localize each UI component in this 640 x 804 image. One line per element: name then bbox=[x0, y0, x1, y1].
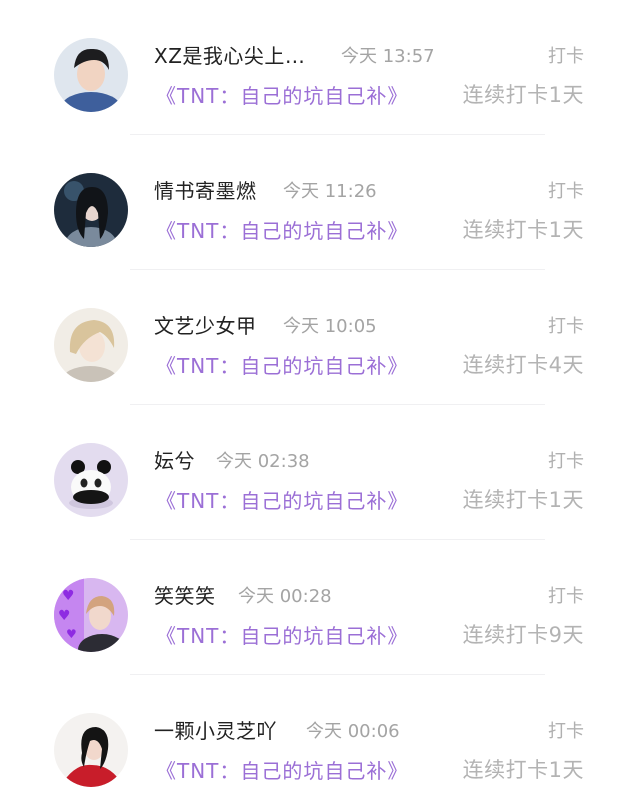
checkin-button[interactable]: 打卡 bbox=[548, 447, 584, 473]
checkin-item[interactable]: 一颗小灵芝吖 今天 00:06 打卡 《TNT：自己的坑自己补》 连续打卡1天 bbox=[0, 675, 640, 804]
topic-link[interactable]: 《TNT：自己的坑自己补》 bbox=[156, 215, 408, 244]
user-avatar-icon[interactable] bbox=[54, 38, 128, 112]
checkin-item[interactable]: 妘兮 今天 02:38 打卡 《TNT：自己的坑自己补》 连续打卡1天 bbox=[0, 405, 640, 540]
checkin-button[interactable]: 打卡 bbox=[548, 42, 584, 68]
user-avatar-icon[interactable] bbox=[54, 713, 128, 787]
streak-count: 连续打卡4天 bbox=[462, 353, 584, 377]
checkin-time: 今天 00:06 bbox=[306, 721, 400, 742]
checkin-item[interactable]: XZ是我心尖上… 今天 13:57 打卡 《TNT：自己的坑自己补》 连续打卡1… bbox=[0, 0, 640, 135]
topic-link[interactable]: 《TNT：自己的坑自己补》 bbox=[156, 485, 408, 514]
checkin-button[interactable]: 打卡 bbox=[548, 312, 584, 338]
username[interactable]: 笑笑笑 bbox=[154, 580, 216, 609]
streak-count: 连续打卡9天 bbox=[462, 623, 584, 647]
checkin-item[interactable]: ♥ ♥ ♥ 笑笑笑 今天 00:28 打卡 《TNT：自己的坑自己补》 连续打卡… bbox=[0, 540, 640, 675]
checkin-time: 今天 00:28 bbox=[238, 586, 332, 607]
topic-link[interactable]: 《TNT：自己的坑自己补》 bbox=[156, 80, 408, 109]
checkin-button[interactable]: 打卡 bbox=[548, 717, 584, 743]
streak-count: 连续打卡1天 bbox=[462, 758, 584, 782]
streak-count: 连续打卡1天 bbox=[462, 218, 584, 242]
topic-link[interactable]: 《TNT：自己的坑自己补》 bbox=[156, 620, 408, 649]
checkin-time: 今天 02:38 bbox=[216, 451, 310, 472]
streak-count: 连续打卡1天 bbox=[462, 83, 584, 107]
username[interactable]: 情书寄墨燃 bbox=[154, 175, 257, 204]
username[interactable]: 一颗小灵芝吖 bbox=[154, 715, 277, 744]
svg-text:♥: ♥ bbox=[58, 608, 71, 624]
checkin-time: 今天 13:57 bbox=[341, 46, 435, 67]
svg-text:♥: ♥ bbox=[66, 627, 77, 641]
panda-avatar-icon[interactable] bbox=[54, 443, 128, 517]
streak-count: 连续打卡1天 bbox=[462, 488, 584, 512]
checkin-button[interactable]: 打卡 bbox=[548, 177, 584, 203]
checkin-list: XZ是我心尖上… 今天 13:57 打卡 《TNT：自己的坑自己补》 连续打卡1… bbox=[0, 0, 640, 804]
checkin-time: 今天 10:05 bbox=[283, 316, 377, 337]
username[interactable]: 妘兮 bbox=[154, 445, 195, 474]
user-avatar-icon[interactable] bbox=[54, 173, 128, 247]
checkin-time: 今天 11:26 bbox=[283, 181, 377, 202]
checkin-button[interactable]: 打卡 bbox=[548, 582, 584, 608]
svg-text:♥: ♥ bbox=[62, 588, 75, 604]
username[interactable]: XZ是我心尖上… bbox=[154, 40, 305, 69]
topic-link[interactable]: 《TNT：自己的坑自己补》 bbox=[156, 350, 408, 379]
user-avatar-icon[interactable] bbox=[54, 308, 128, 382]
username[interactable]: 文艺少女甲 bbox=[154, 310, 257, 339]
checkin-item[interactable]: 文艺少女甲 今天 10:05 打卡 《TNT：自己的坑自己补》 连续打卡4天 bbox=[0, 270, 640, 405]
topic-link[interactable]: 《TNT：自己的坑自己补》 bbox=[156, 755, 408, 784]
user-avatar-icon[interactable]: ♥ ♥ ♥ bbox=[54, 578, 128, 652]
checkin-item[interactable]: 情书寄墨燃 今天 11:26 打卡 《TNT：自己的坑自己补》 连续打卡1天 bbox=[0, 135, 640, 270]
